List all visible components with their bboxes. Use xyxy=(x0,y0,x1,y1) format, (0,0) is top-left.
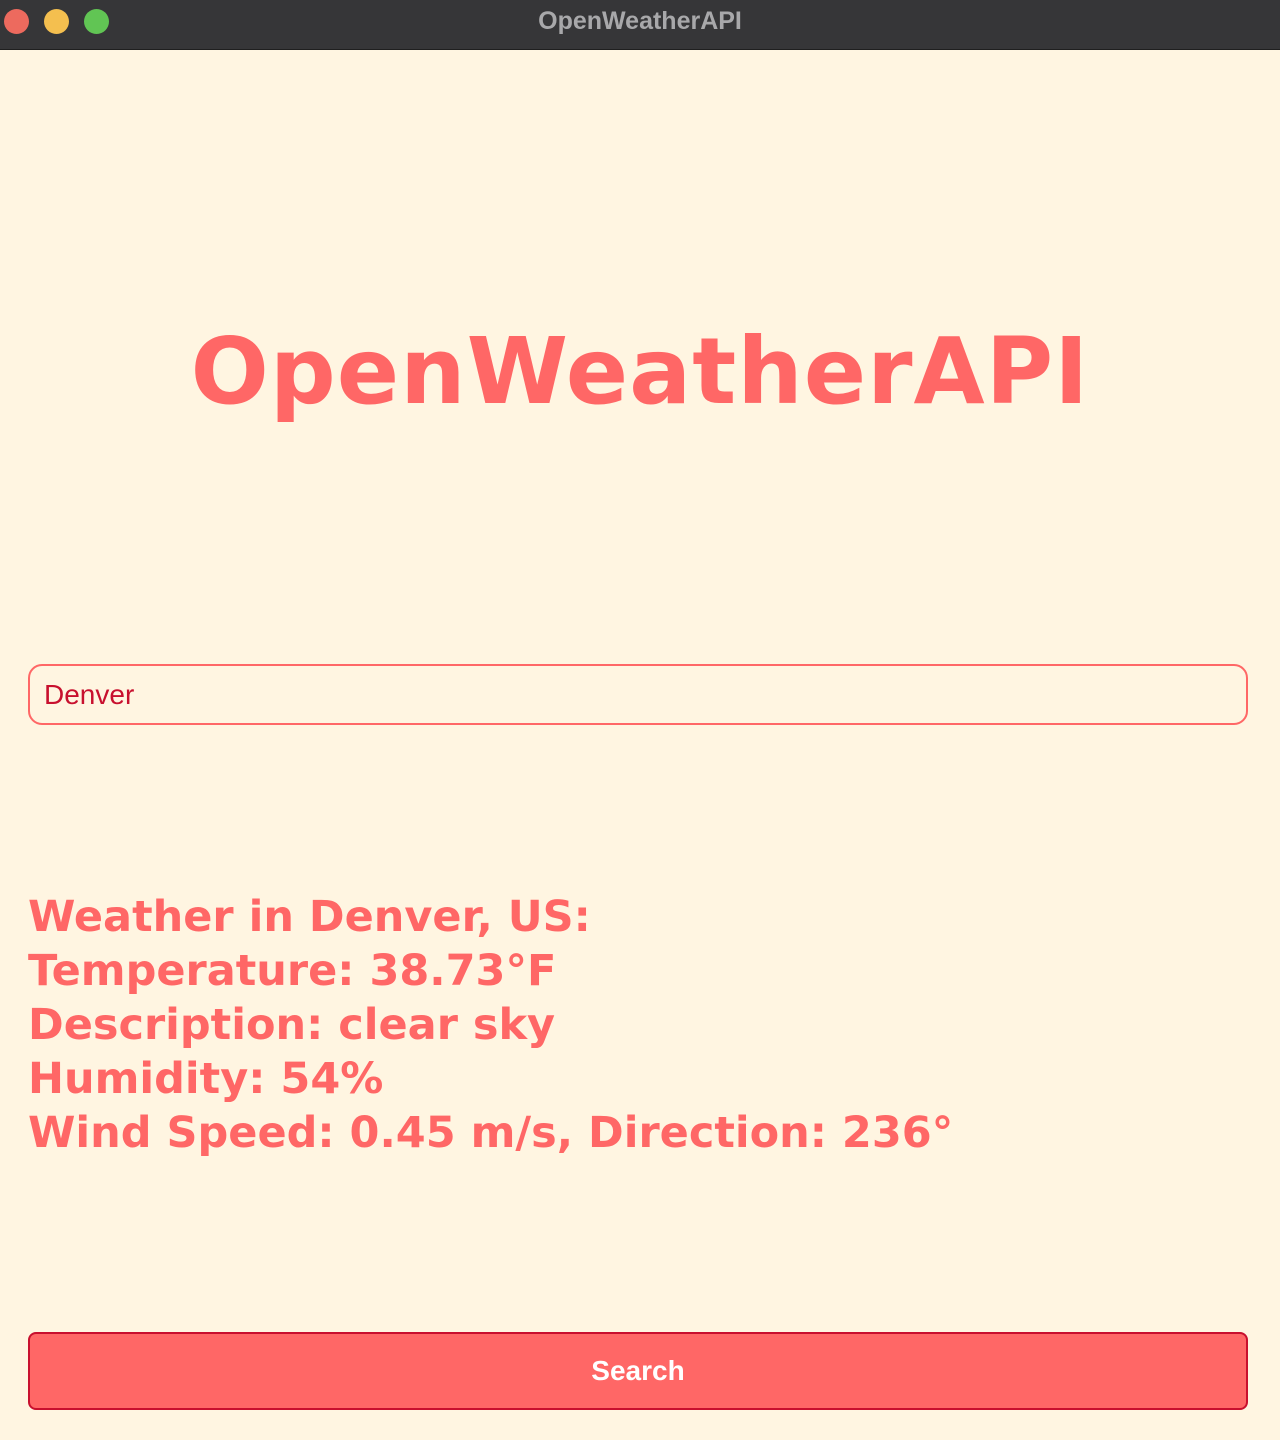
search-button[interactable]: Search xyxy=(28,1332,1248,1410)
city-search-input[interactable] xyxy=(28,664,1248,725)
title-bar: OpenWeatherAPI xyxy=(0,0,1280,50)
location-line: Weather in Denver, US: xyxy=(28,892,591,942)
wind-line: Wind Speed: 0.45 m/s, Direction: 236° xyxy=(28,1108,954,1158)
app-window: OpenWeatherAPI OpenWeatherAPI Weather in… xyxy=(0,0,1280,1440)
weather-results: Weather in Denver, US: Temperature: 38.7… xyxy=(28,890,953,1160)
humidity-line: Humidity: 54% xyxy=(28,1054,384,1104)
window-title: OpenWeatherAPI xyxy=(538,7,742,35)
app-heading: OpenWeatherAPI xyxy=(190,318,1090,425)
description-line: Description: clear sky xyxy=(28,1000,556,1050)
temperature-line: Temperature: 38.73°F xyxy=(28,946,557,996)
